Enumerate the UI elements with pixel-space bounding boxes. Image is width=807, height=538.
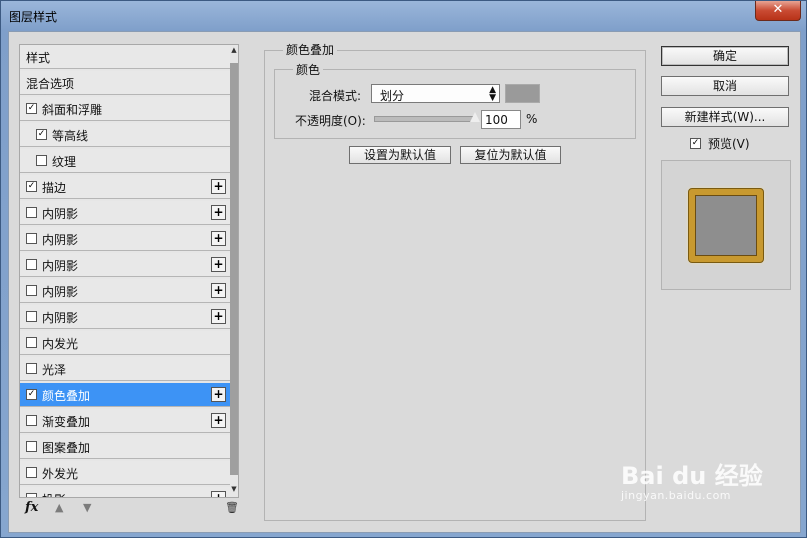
sidebar-item-checkbox[interactable] [26, 363, 37, 374]
blend-mode-label: 混合模式: [309, 89, 362, 103]
add-effect-icon[interactable]: + [211, 257, 226, 272]
sidebar-item-label: 渐变叠加 [42, 415, 91, 429]
cancel-button[interactable]: 取消 [661, 76, 789, 96]
sidebar-item-label: 光泽 [42, 363, 67, 377]
fx-button[interactable]: fx [25, 500, 38, 515]
select-arrows-icon: ▲ ▼ [489, 85, 496, 103]
add-effect-icon[interactable]: + [211, 179, 226, 194]
sidebar-item-label: 图案叠加 [42, 441, 91, 455]
sidebar-item-checkbox[interactable]: ✓ [26, 181, 37, 192]
add-effect-icon[interactable]: + [211, 387, 226, 402]
sidebar-item-label: 内发光 [42, 337, 79, 351]
sidebar-item[interactable]: 内阴影 + [20, 227, 230, 251]
sidebar-item-label: 内阴影 [42, 233, 79, 247]
sidebar-item-label: 内阴影 [42, 285, 79, 299]
trash-icon[interactable]: 🗑 [225, 501, 239, 514]
sidebar-item[interactable]: ✓ 斜面和浮雕 [20, 97, 230, 121]
add-effect-icon[interactable]: + [211, 491, 226, 497]
group-title: 颜色叠加 [283, 41, 338, 58]
sidebar-item-checkbox[interactable] [26, 415, 37, 426]
watermark-brand: Bai du 经验 [621, 462, 763, 490]
sidebar-item[interactable]: 内阴影 + [20, 201, 230, 225]
window-title: 图层样式 [9, 10, 58, 24]
sidebar-item-label: 等高线 [52, 129, 89, 143]
list-footer: fx ▲ ▼ 🗑 [19, 498, 239, 520]
layer-style-dialog: 图层样式 ✕ 投影+外发光图案叠加渐变叠加+✓颜色叠加+光泽内发光内阴影+内阴影… [0, 0, 807, 538]
add-effect-icon[interactable]: + [211, 205, 226, 220]
sidebar-item-checkbox[interactable] [26, 259, 37, 270]
add-effect-icon[interactable]: + [211, 413, 226, 428]
title-bar[interactable]: 图层样式 ✕ [1, 1, 806, 31]
ok-button[interactable]: 确定 [661, 46, 789, 66]
sidebar-item[interactable]: ✓ 等高线 [20, 123, 230, 147]
opacity-label: 不透明度(O): [295, 114, 366, 128]
add-effect-icon[interactable]: + [211, 309, 226, 324]
sidebar-item[interactable]: 光泽 [20, 357, 230, 381]
sidebar-item[interactable]: 内发光 [20, 331, 230, 355]
sidebar-item-label: 内阴影 [42, 207, 79, 221]
watermark: Bai du 经验 jingyan.baidu.com [621, 456, 801, 502]
list-scrollbar[interactable]: ▲ ▼ [230, 45, 238, 497]
sidebar-item-checkbox[interactable]: ✓ [26, 389, 37, 400]
opacity-input[interactable]: 100 [481, 110, 521, 129]
preview-checkbox[interactable]: ✓ [690, 138, 701, 149]
sidebar-item[interactable]: 混合选项 [20, 71, 230, 95]
sidebar-item[interactable]: ✓ 描边 + [20, 175, 230, 199]
style-preview [661, 160, 791, 290]
blend-mode-select[interactable]: 划分 ▲ ▼ [371, 84, 500, 103]
sidebar-item[interactable]: 内阴影 + [20, 253, 230, 277]
subgroup-title: 颜色 [293, 61, 324, 78]
sidebar-item-label: 内阴影 [42, 311, 79, 325]
preview-label: 预览(V) [708, 137, 750, 151]
sidebar-item-label: 斜面和浮雕 [42, 103, 103, 117]
sidebar-item-checkbox[interactable] [26, 285, 37, 296]
sidebar-item-label: 混合选项 [26, 77, 75, 91]
sidebar-item-checkbox[interactable]: ✓ [36, 129, 47, 140]
sidebar-item-label: 外发光 [42, 467, 79, 481]
sidebar-item-label: 样式 [26, 51, 51, 65]
sidebar-item-checkbox[interactable] [26, 337, 37, 348]
reset-default-button[interactable]: 复位为默认值 [460, 146, 561, 164]
sidebar-item[interactable]: 内阴影 + [20, 279, 230, 303]
add-effect-icon[interactable]: + [211, 283, 226, 298]
sidebar-item[interactable]: 投影 + [20, 487, 230, 497]
new-style-button[interactable]: 新建样式(W)... [661, 107, 789, 127]
gold-frame-preview [689, 189, 763, 262]
opacity-slider-track[interactable] [374, 116, 476, 122]
overlay-color-swatch[interactable] [505, 84, 540, 103]
move-down-icon[interactable]: ▼ [83, 501, 91, 514]
sidebar-item-label: 纹理 [52, 155, 77, 169]
sidebar-item-checkbox[interactable]: ✓ [26, 103, 37, 114]
style-list: 投影+外发光图案叠加渐变叠加+✓颜色叠加+光泽内发光内阴影+内阴影+内阴影+内阴… [19, 44, 239, 498]
close-button[interactable]: ✕ [755, 1, 801, 21]
opacity-unit: % [526, 112, 538, 126]
scroll-thumb[interactable] [230, 63, 238, 475]
sidebar-item-label: 颜色叠加 [42, 389, 91, 403]
sidebar-item-checkbox[interactable] [26, 311, 37, 322]
sidebar-item[interactable]: 内阴影 + [20, 305, 230, 329]
sidebar-item[interactable]: 外发光 [20, 461, 230, 485]
sidebar-item[interactable]: 渐变叠加 + [20, 409, 230, 433]
sidebar-item[interactable]: ✓ 颜色叠加 + [20, 383, 230, 407]
sidebar-item[interactable]: 纹理 [20, 149, 230, 173]
sidebar-item-label: 描边 [42, 181, 67, 195]
move-up-icon[interactable]: ▲ [55, 501, 63, 514]
sidebar-item-label: 投影 [42, 491, 66, 497]
sidebar-item-checkbox[interactable] [26, 441, 37, 452]
scroll-down-icon[interactable]: ▼ [230, 485, 238, 495]
sidebar-item[interactable]: 图案叠加 [20, 435, 230, 459]
sidebar-item[interactable]: 样式 [20, 45, 230, 69]
blend-mode-value: 划分 [380, 89, 405, 103]
sidebar-item-checkbox[interactable] [26, 233, 37, 244]
sidebar-item-checkbox[interactable] [26, 207, 37, 218]
scroll-up-icon[interactable]: ▲ [230, 46, 238, 56]
opacity-slider-handle[interactable] [470, 112, 480, 122]
add-effect-icon[interactable]: + [211, 231, 226, 246]
set-default-button[interactable]: 设置为默认值 [349, 146, 451, 164]
sidebar-item-checkbox[interactable] [26, 467, 37, 478]
sidebar-item-checkbox[interactable] [36, 155, 47, 166]
watermark-url: jingyan.baidu.com [621, 489, 732, 502]
sidebar-item-label: 内阴影 [42, 259, 79, 273]
